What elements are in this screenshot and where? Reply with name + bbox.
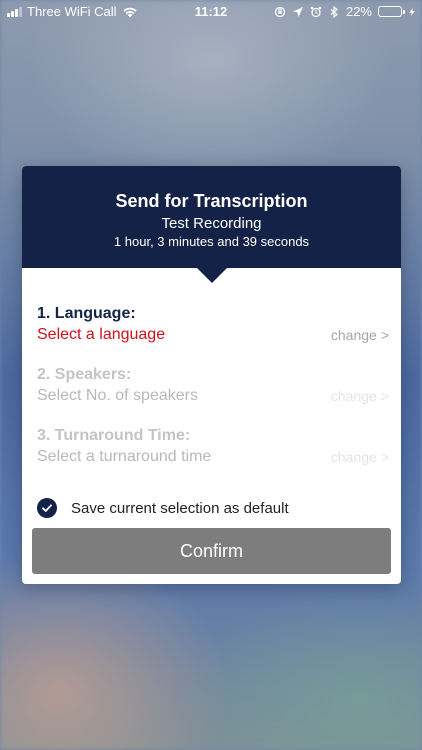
option-title: 3. Turnaround Time: <box>37 427 191 444</box>
checkmark-circle-icon[interactable] <box>37 498 57 518</box>
change-speakers-button[interactable]: change > <box>331 388 389 404</box>
alarm-icon <box>310 6 322 17</box>
change-label: change <box>330 327 377 343</box>
status-bar: Three WiFi Call 11:12 22% <box>0 0 422 24</box>
save-default-label: Save current selection as default <box>71 499 289 517</box>
battery-icon <box>378 6 405 17</box>
change-language-button[interactable]: change > <box>331 327 389 343</box>
option-title: 1. Language: <box>37 305 136 322</box>
option-language[interactable]: 1. Language: Select a language change > <box>37 305 389 349</box>
option-value: Select a language <box>37 326 166 343</box>
recording-duration: 1 hour, 3 minutes and 39 seconds <box>113 234 310 249</box>
option-value: Select No. of speakers <box>37 387 198 404</box>
dialog-header: Send for Transcription Test Recording 1 … <box>22 166 401 283</box>
status-right: 22% <box>274 4 416 19</box>
recording-name: Test Recording <box>161 215 262 232</box>
change-label: change <box>330 388 377 404</box>
option-title: 2. Speakers: <box>37 366 132 383</box>
dialog-title: Send for Transcription <box>115 191 308 211</box>
chevron-right-icon: > <box>380 327 389 343</box>
option-turnaround-time[interactable]: 3. Turnaround Time: Select a turnaround … <box>37 427 389 471</box>
location-icon <box>292 6 303 17</box>
orientation-lock-icon <box>274 6 286 17</box>
confirm-button[interactable]: Confirm <box>32 528 391 574</box>
change-turnaround-button[interactable]: change > <box>331 449 389 465</box>
chevron-right-icon: > <box>380 388 389 404</box>
option-value: Select a turnaround time <box>37 448 212 465</box>
option-speakers[interactable]: 2. Speakers: Select No. of speakers chan… <box>37 366 389 410</box>
bluetooth-icon <box>330 5 338 18</box>
chevron-right-icon: > <box>380 449 389 465</box>
battery-percent: 22% <box>345 4 372 19</box>
transcription-dialog: Send for Transcription Test Recording 1 … <box>22 166 401 584</box>
change-label: change <box>330 449 377 465</box>
charging-bolt-icon <box>409 7 415 16</box>
save-default-checkbox[interactable]: Save current selection as default <box>37 498 289 518</box>
